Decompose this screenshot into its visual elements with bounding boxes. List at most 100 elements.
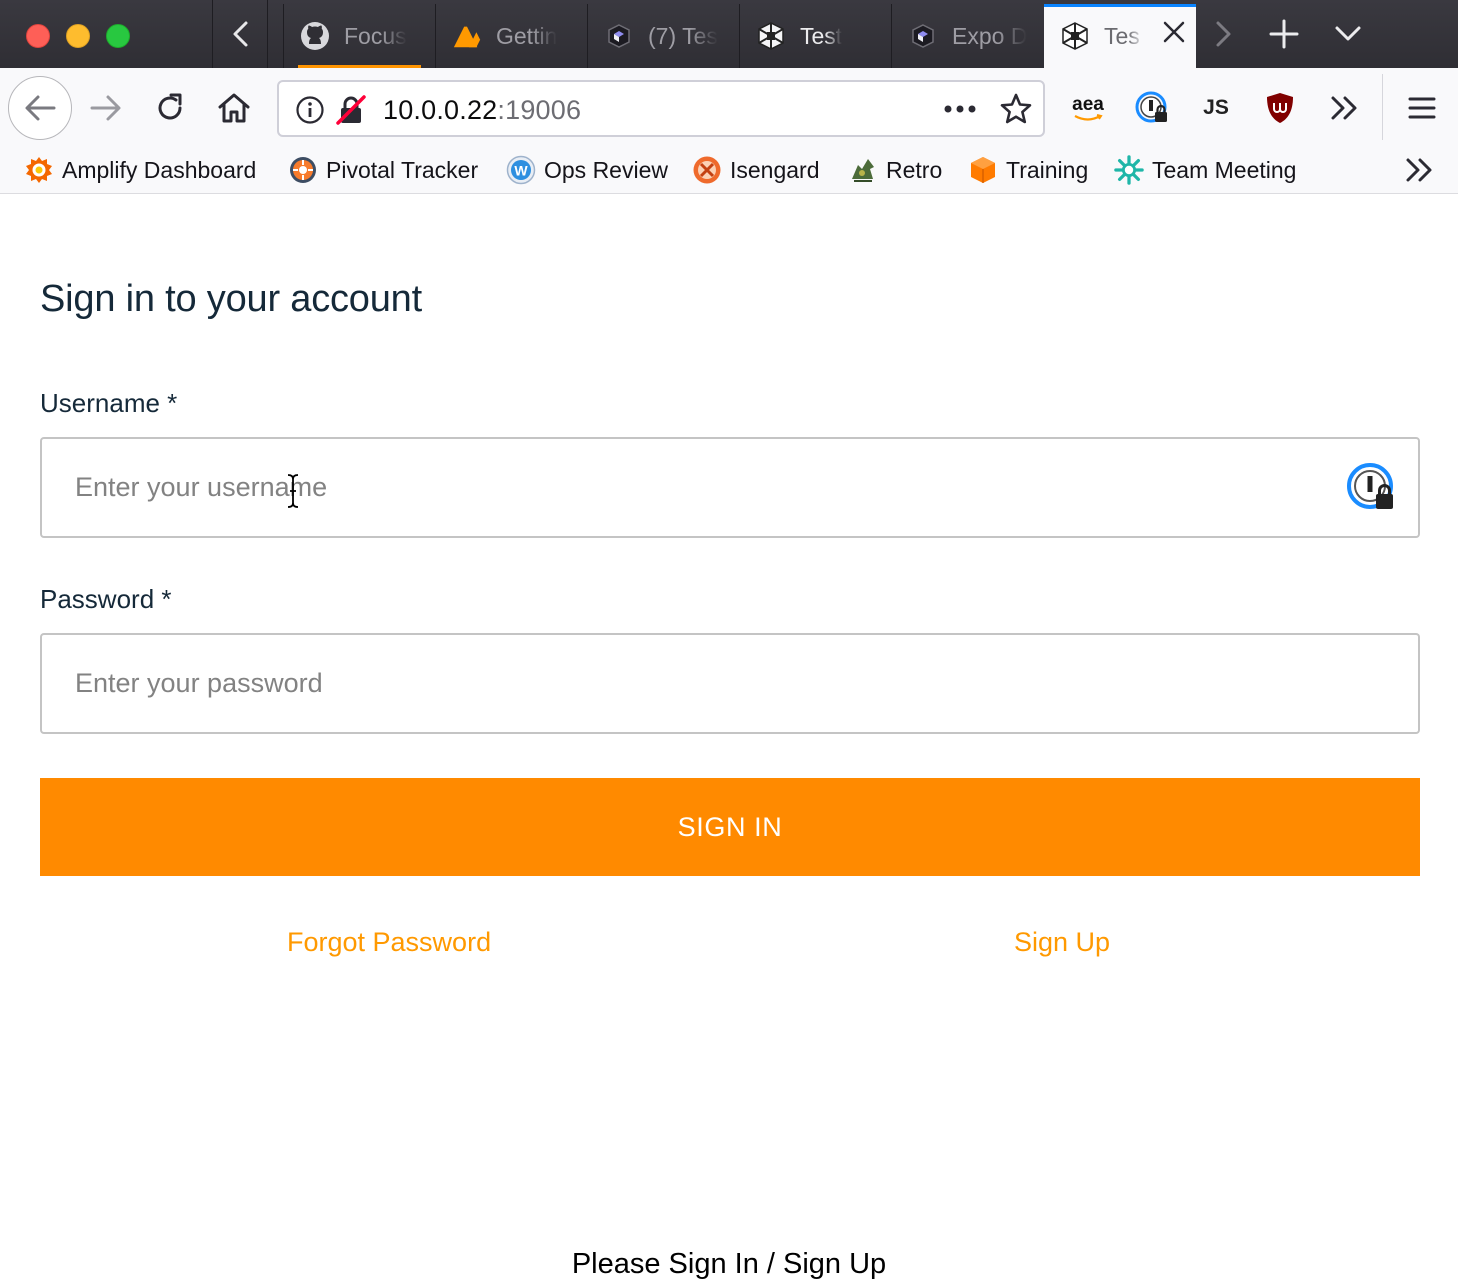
site-info-icon[interactable]	[295, 95, 325, 130]
team-meeting-icon	[1114, 155, 1144, 185]
forgot-password-link[interactable]: Forgot Password	[287, 927, 491, 958]
close-tab-icon[interactable]	[1162, 20, 1186, 50]
bookmark-label: Retro	[886, 156, 943, 183]
forward-button[interactable]	[84, 86, 128, 130]
bookmark-retro[interactable]: Retro	[848, 152, 942, 188]
bookmark-label: Ops Review	[544, 156, 668, 183]
star-icon	[1000, 93, 1032, 124]
back-button[interactable]	[8, 76, 72, 140]
navigation-toolbar: 10.0.0.22:19006 aea JS	[0, 68, 1458, 148]
page-actions-button[interactable]	[943, 102, 977, 120]
url-text: 10.0.0.22:19006	[383, 95, 581, 126]
double-chevron-right-icon	[1331, 96, 1357, 120]
list-all-tabs-button[interactable]	[1316, 0, 1380, 68]
double-chevron-right-icon	[1406, 158, 1432, 182]
more-extensions-button[interactable]	[1322, 86, 1366, 130]
new-tab-button[interactable]	[1252, 0, 1316, 68]
1password-fill-icon[interactable]	[1346, 462, 1398, 514]
reload-icon	[158, 93, 182, 120]
sign-in-button[interactable]: SIGN IN	[40, 778, 1420, 876]
insecure-lock-icon[interactable]	[335, 94, 367, 131]
chevron-left-icon	[233, 21, 248, 47]
tab-test[interactable]: Test	[739, 4, 891, 68]
amplify-icon	[452, 21, 482, 51]
url-bar[interactable]: 10.0.0.22:19006	[277, 80, 1045, 137]
bookmark-label: Team Meeting	[1152, 156, 1297, 183]
bookmark-amplify-dashboard[interactable]: Amplify Dashboard	[24, 152, 256, 188]
footer-status-text: Please Sign In / Sign Up	[571, 1248, 887, 1280]
password-input[interactable]	[40, 633, 1420, 734]
1password-extension-button[interactable]	[1130, 86, 1174, 130]
snack-icon	[756, 21, 786, 51]
bookmark-pivotal-tracker[interactable]: Pivotal Tracker	[288, 152, 478, 188]
tab-label: Test	[800, 22, 843, 49]
js-extension-button[interactable]: JS	[1194, 86, 1238, 130]
tab-label: Tes	[1104, 22, 1140, 49]
tab-focus[interactable]: Focus	[283, 4, 435, 68]
training-icon	[968, 155, 998, 185]
bookmark-label: Pivotal Tracker	[326, 156, 479, 183]
close-window-button[interactable]	[26, 24, 50, 48]
bookmark-label: Amplify Dashboard	[62, 156, 257, 183]
github-icon	[300, 21, 330, 51]
scroll-tabs-left-button[interactable]	[212, 0, 268, 68]
tab-expo[interactable]: Expo D	[891, 4, 1043, 68]
zoom-window-button[interactable]	[106, 24, 130, 48]
bookmark-ops-review[interactable]: W Ops Review	[506, 152, 668, 188]
url-host: 10.0.0.22	[383, 95, 498, 125]
username-input[interactable]	[40, 437, 1420, 538]
plus-icon	[1269, 19, 1299, 49]
minimize-window-button[interactable]	[66, 24, 90, 48]
bookmark-label: Training	[1006, 156, 1089, 183]
tab-active[interactable]: Tes	[1044, 4, 1196, 68]
tab-getting-started[interactable]: Gettin	[435, 4, 587, 68]
chevron-right-icon	[1216, 21, 1231, 47]
hamburger-menu-icon	[1408, 97, 1436, 119]
isengard-icon	[692, 155, 722, 185]
grafana-icon	[24, 155, 54, 185]
cube-icon	[908, 21, 938, 51]
amazon-extension-button[interactable]: aea	[1066, 86, 1110, 130]
more-horizontal-icon	[944, 105, 976, 113]
retro-icon	[848, 155, 878, 185]
wiki-icon: W	[506, 155, 536, 185]
bookmarks-toolbar: Amplify Dashboard Pivotal Tracker W Ops …	[0, 148, 1458, 194]
cube-icon	[604, 21, 634, 51]
menu-button[interactable]	[1400, 86, 1444, 130]
toolbar-divider	[1382, 74, 1383, 140]
page-title: Sign in to your account	[40, 278, 422, 320]
scroll-tabs-right-button[interactable]	[1196, 0, 1252, 68]
bookmark-star-button[interactable]	[999, 92, 1033, 131]
tab-label: (7) Tes	[648, 22, 718, 49]
reload-button[interactable]	[148, 86, 192, 130]
password-label: Password *	[40, 584, 172, 614]
arrow-left-icon	[25, 95, 56, 121]
arrow-right-icon	[90, 95, 121, 121]
url-port: :19006	[497, 95, 582, 125]
more-bookmarks-button[interactable]	[1404, 152, 1434, 188]
ublock-shield-icon	[1267, 93, 1293, 123]
js-icon: JS	[1203, 96, 1229, 119]
1password-icon	[1135, 91, 1167, 123]
bookmark-team-meeting[interactable]: Team Meeting	[1114, 152, 1296, 188]
tab-label: Focus	[344, 22, 407, 49]
ublock-extension-button[interactable]	[1258, 86, 1302, 130]
text-cursor-icon	[286, 473, 300, 509]
bookmark-training[interactable]: Training	[968, 152, 1088, 188]
home-button[interactable]	[212, 86, 256, 130]
svg-text:W: W	[514, 163, 528, 179]
tab-test-7[interactable]: (7) Tes	[587, 4, 739, 68]
chevron-down-icon	[1335, 26, 1361, 41]
username-label: Username *	[40, 388, 178, 418]
sign-up-link[interactable]: Sign Up	[1014, 927, 1110, 958]
bookmark-label: Isengard	[730, 156, 820, 183]
tab-label: Gettin	[496, 22, 558, 49]
home-icon	[218, 93, 250, 123]
bookmark-isengard[interactable]: Isengard	[692, 152, 820, 188]
pivotal-icon	[288, 155, 318, 185]
tab-label: Expo D	[952, 22, 1028, 49]
snack-icon	[1060, 21, 1090, 51]
tab-strip: Focus Gettin (7) Tes Test Expo D Tes	[0, 0, 1458, 68]
amazon-icon: aea	[1072, 95, 1104, 122]
amazon-extension-label: aea	[1072, 93, 1104, 115]
